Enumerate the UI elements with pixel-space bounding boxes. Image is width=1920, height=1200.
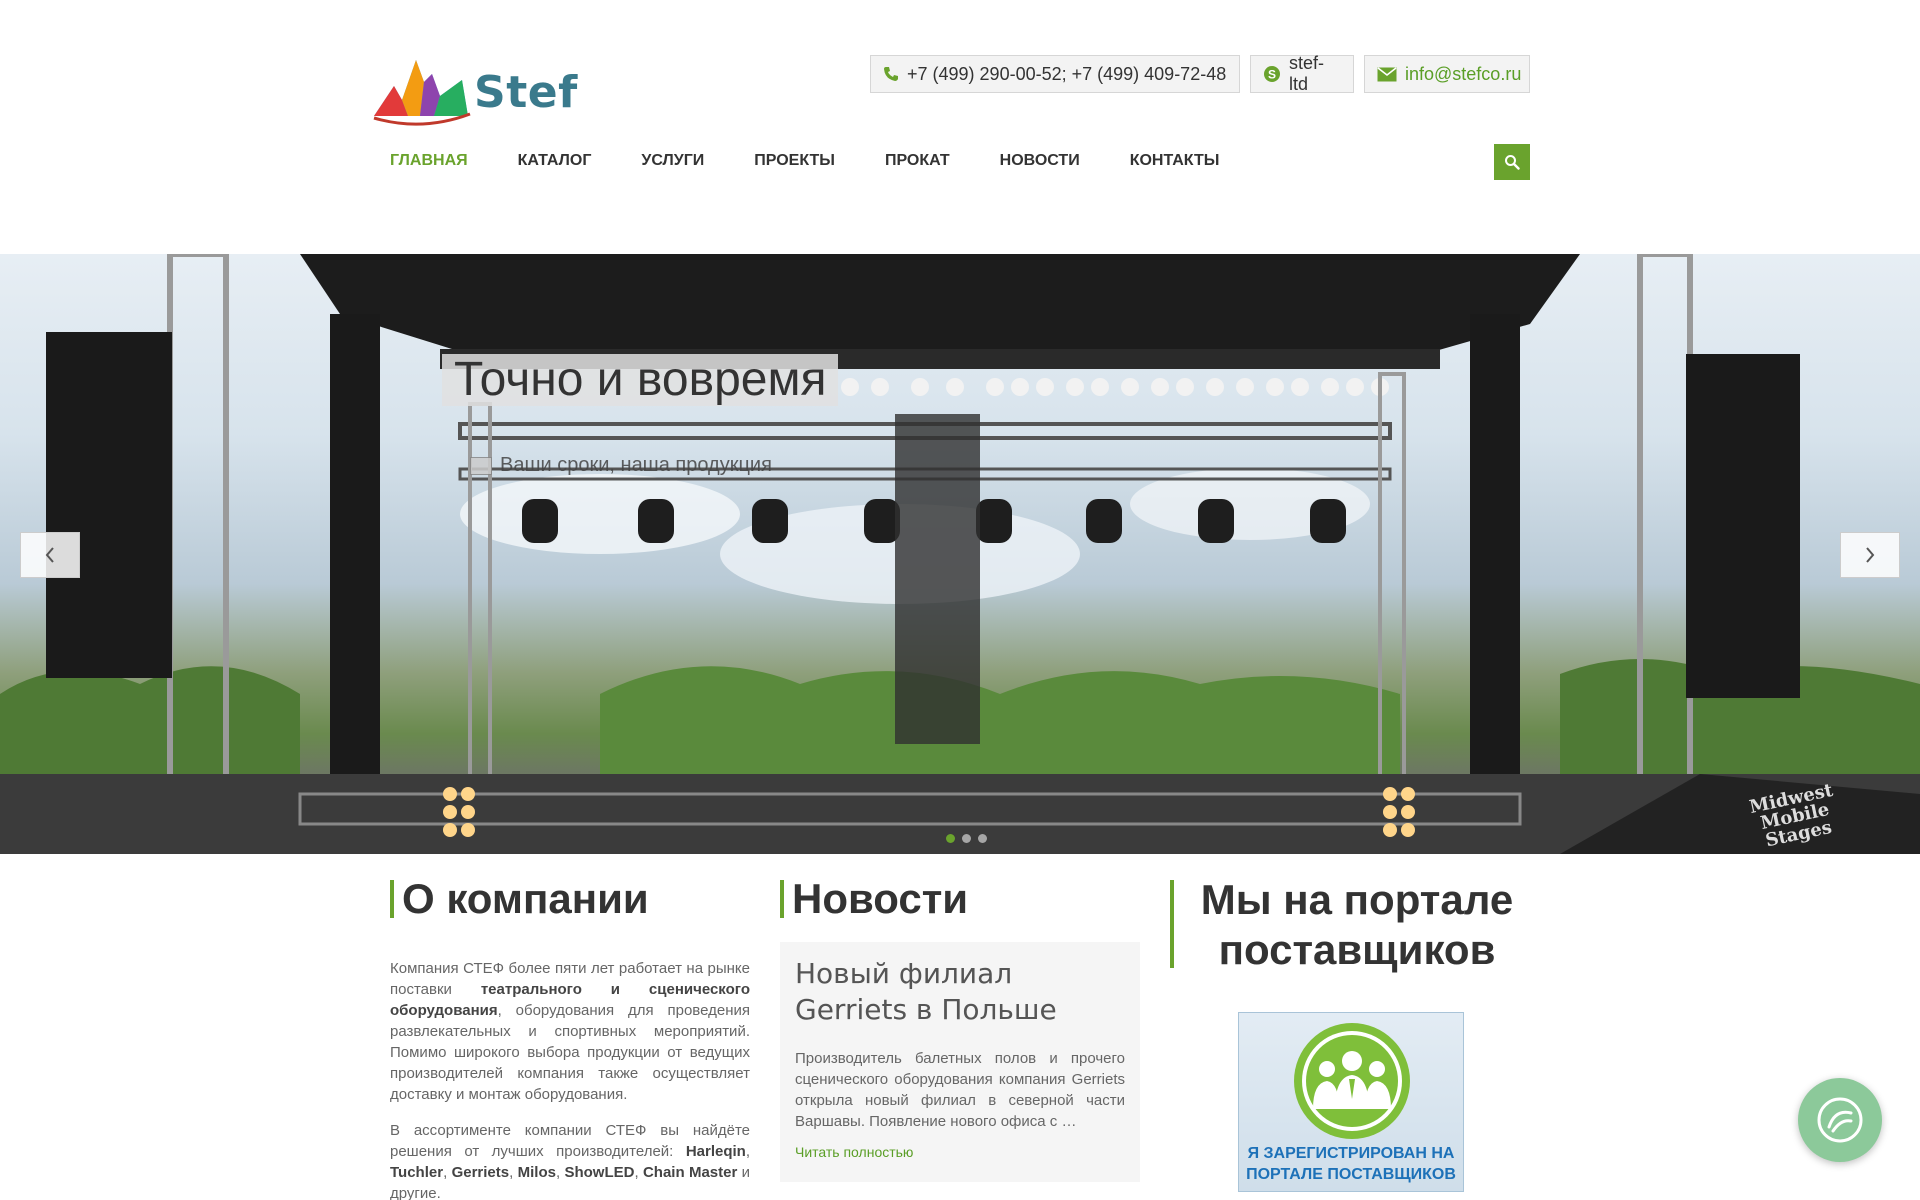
slider-dot[interactable]	[946, 834, 955, 843]
brand-name: Milos	[517, 1164, 556, 1181]
phone-icon	[883, 66, 899, 82]
skype-text: stef-ltd	[1289, 53, 1325, 94]
chevron-left-icon	[45, 547, 54, 563]
nav-item-catalog[interactable]: КАТАЛОГ	[500, 148, 610, 174]
chevron-right-icon	[1866, 547, 1875, 563]
phone-text: +7 (499) 290-00-52; +7 (499) 409-72-48	[907, 63, 1227, 84]
skype-icon: S	[1263, 65, 1281, 83]
slider-dot[interactable]	[962, 834, 971, 843]
news-item-title[interactable]: Новый филиал Gerriets в Польше	[795, 956, 1125, 1028]
portal-title: Мы на портале поставщиков	[1200, 876, 1514, 973]
slide-subtitle-text: Ваши сроки, наша продукция	[500, 454, 772, 476]
news-title-accent	[780, 880, 784, 918]
slide-title: Точно и вовремя	[442, 354, 839, 406]
envelope-icon	[1377, 66, 1397, 82]
read-more-link[interactable]: Читать полностью	[795, 1144, 1125, 1160]
people-group-icon	[1294, 1023, 1410, 1139]
about-title-accent	[390, 880, 394, 918]
svg-text:S: S	[1268, 68, 1276, 82]
main-nav: ГЛАВНАЯ КАТАЛОГ УСЛУГИ ПРОЕКТЫ ПРОКАТ НО…	[372, 148, 1251, 174]
email-contact[interactable]: info@stefco.ru	[1364, 55, 1530, 93]
slide-subtitle: Ваши сроки, наша продукция	[470, 454, 772, 477]
email-text: info@stefco.ru	[1405, 63, 1522, 84]
nav-item-rental[interactable]: ПРОКАТ	[867, 148, 968, 174]
accessibility-icon	[1817, 1097, 1863, 1143]
nav-item-projects[interactable]: ПРОЕКТЫ	[736, 148, 853, 174]
phone-contact[interactable]: +7 (499) 290-00-52; +7 (499) 409-72-48	[870, 55, 1240, 93]
brand-name: Gerriets	[451, 1164, 510, 1181]
logo-text: Stef	[474, 67, 578, 118]
search-icon	[1505, 155, 1520, 170]
logo-mountains-icon	[373, 60, 471, 126]
hero-slider: Точно и вовремя Ваши сроки, наша продукц…	[0, 254, 1920, 854]
nav-item-contacts[interactable]: КОНТАКТЫ	[1112, 148, 1238, 174]
about-title: О компании	[402, 875, 649, 922]
brand-name: ShowLED	[564, 1164, 635, 1181]
brand-name: Chain Master	[642, 1164, 738, 1181]
slider-dot[interactable]	[978, 834, 987, 843]
site-header: Stef +7 (499) 290-00-52; +7 (499) 409-72…	[0, 0, 1920, 254]
news-title: Новости	[792, 875, 969, 922]
news-card: Новый филиал Gerriets в Польше Производи…	[780, 942, 1140, 1182]
nav-item-news[interactable]: НОВОСТИ	[982, 148, 1098, 174]
stage-photo	[0, 254, 1920, 854]
supplier-portal-badge[interactable]: Я ЗАРЕГИСТРИРОВАН НА ПОРТАЛЕ ПОСТАВЩИКОВ	[1238, 1012, 1464, 1192]
about-text: Компания СТЕФ более пяти лет работает на…	[390, 958, 750, 1200]
slider-prev-button[interactable]	[20, 532, 80, 578]
about-paragraph-1: Компания СТЕФ более пяти лет работает на…	[390, 960, 750, 1103]
broken-image-icon	[470, 456, 492, 475]
portal-badge-text: Я ЗАРЕГИСТРИРОВАН НА ПОРТАЛЕ ПОСТАВЩИКОВ	[1246, 1145, 1456, 1183]
skype-contact[interactable]: S stef-ltd	[1250, 53, 1354, 94]
nav-item-home[interactable]: ГЛАВНАЯ	[372, 148, 486, 174]
slider-next-button[interactable]	[1840, 532, 1900, 578]
news-item-text: Производитель балетных полов и прочего с…	[795, 1050, 1125, 1130]
accessibility-button[interactable]	[1798, 1078, 1882, 1162]
slider-dots	[946, 834, 994, 843]
search-button[interactable]	[1494, 144, 1530, 180]
nav-item-services[interactable]: УСЛУГИ	[623, 148, 722, 174]
brand-name: Harleqin	[685, 1143, 746, 1160]
about-paragraph-2: В ассортименте компании СТЕФ вы найдёте …	[390, 1122, 751, 1200]
logo[interactable]: Stef	[372, 56, 594, 128]
brand-name: Tuchler	[390, 1164, 444, 1181]
